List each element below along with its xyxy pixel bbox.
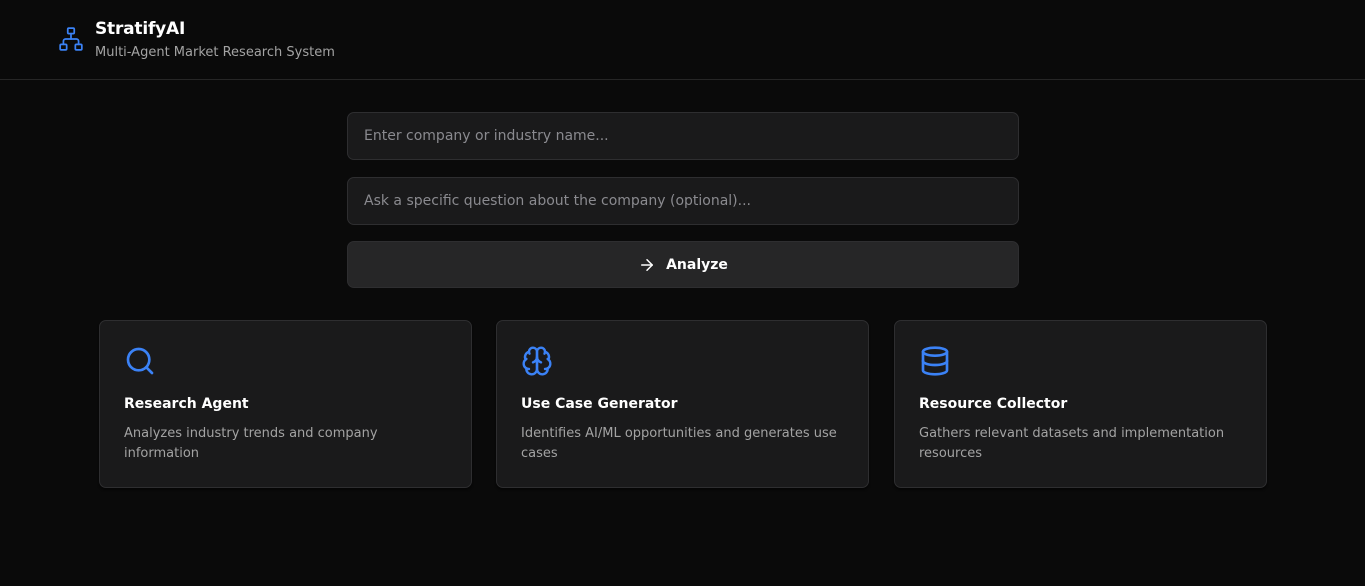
app-title: StratifyAI xyxy=(95,19,186,39)
app-subtitle: Multi-Agent Market Research System xyxy=(95,45,335,60)
agent-card-resources: Resource Collector Gathers relevant data… xyxy=(894,320,1267,488)
agent-card-research: Research Agent Analyzes industry trends … xyxy=(99,320,472,488)
arrow-right-icon xyxy=(641,258,654,271)
agent-card-use-case: Use Case Generator Identifies AI/ML oppo… xyxy=(496,320,869,488)
agent-card-title: Research Agent xyxy=(124,396,249,412)
search-icon xyxy=(126,347,154,375)
app-header: StratifyAI Multi-Agent Market Research S… xyxy=(0,0,1365,80)
company-input[interactable] xyxy=(347,112,1019,160)
agent-card-title: Resource Collector xyxy=(919,396,1068,412)
analyze-button[interactable]: Analyze xyxy=(347,241,1019,288)
agent-card-description: Analyzes industry trends and company inf… xyxy=(124,426,378,461)
agent-card-title: Use Case Generator xyxy=(521,396,678,412)
brain-icon xyxy=(522,346,552,376)
question-input[interactable] xyxy=(347,177,1019,225)
database-icon xyxy=(921,346,949,376)
network-icon xyxy=(59,27,83,51)
agent-card-description: Identifies AI/ML opportunities and gener… xyxy=(521,426,837,461)
agent-card-description: Gathers relevant datasets and implementa… xyxy=(919,426,1225,461)
analyze-label: Analyze xyxy=(666,256,728,273)
